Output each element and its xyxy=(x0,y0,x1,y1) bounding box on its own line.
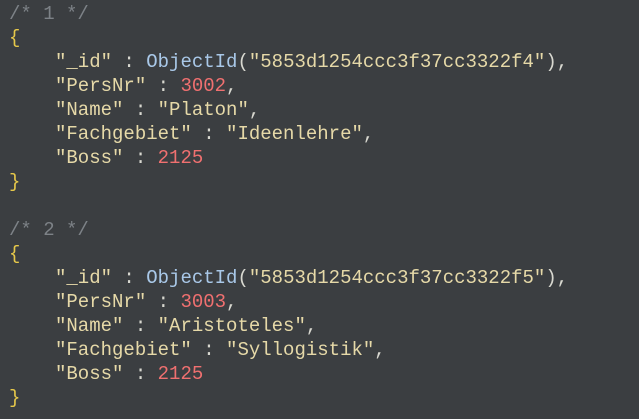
field-comma: , xyxy=(226,291,238,313)
field-line: "PersNr" : 3002, xyxy=(9,74,639,98)
field-value: "5853d1254ccc3f37cc3322f5" xyxy=(248,267,546,289)
comment-text: /* 2 */ xyxy=(9,219,89,241)
document-open-brace: { xyxy=(9,26,639,50)
open-brace: { xyxy=(9,27,21,49)
field-key: "Boss" xyxy=(55,147,124,169)
field-separator: : xyxy=(146,291,181,313)
field-value: 2125 xyxy=(157,147,204,169)
field-comma: , xyxy=(248,99,261,121)
field-line: "Fachgebiet" : "Ideenlehre", xyxy=(9,122,639,146)
field-key: "_id" xyxy=(55,267,113,289)
objectid-function: ObjectId xyxy=(146,267,238,289)
field-separator: : xyxy=(123,147,158,169)
field-key: "Fachgebiet" xyxy=(55,339,192,361)
field-value: "Ideenlehre" xyxy=(226,123,363,145)
field-value: "Aristoteles" xyxy=(157,315,306,337)
paren-open: ( xyxy=(237,51,249,73)
field-comma: , xyxy=(226,75,238,97)
close-brace: } xyxy=(9,171,21,193)
field-value: 3003 xyxy=(180,291,227,313)
field-separator: : xyxy=(112,51,147,73)
open-brace: { xyxy=(9,243,21,265)
field-line: "_id" : ObjectId("5853d1254ccc3f37cc3322… xyxy=(9,50,639,74)
document-close-brace: } xyxy=(9,170,639,194)
field-line: "_id" : ObjectId("5853d1254ccc3f37cc3322… xyxy=(9,266,639,290)
field-comma: , xyxy=(305,315,318,337)
field-key: "PersNr" xyxy=(55,291,147,313)
field-line: "Boss" : 2125 xyxy=(9,146,639,170)
field-separator: : xyxy=(146,75,181,97)
paren-close: ) xyxy=(545,267,557,289)
field-comma: , xyxy=(556,267,569,289)
field-line: "Boss" : 2125 xyxy=(9,362,639,386)
field-line: "Name" : "Platon", xyxy=(9,98,639,122)
field-separator: : xyxy=(123,99,158,121)
field-comma: , xyxy=(556,51,569,73)
field-comma: , xyxy=(374,339,386,361)
field-separator: : xyxy=(123,363,158,385)
field-key: "_id" xyxy=(55,51,113,73)
field-key: "Name" xyxy=(55,315,124,337)
field-line: "PersNr" : 3003, xyxy=(9,290,639,314)
field-key: "Boss" xyxy=(55,363,124,385)
field-separator: : xyxy=(112,267,147,289)
comment-text: /* 1 */ xyxy=(9,3,89,25)
field-comma: , xyxy=(362,123,375,145)
document-open-brace: { xyxy=(9,242,639,266)
field-key: "Fachgebiet" xyxy=(55,123,192,145)
code-editor[interactable]: /* 1 */ { "_id" : ObjectId("5853d1254ccc… xyxy=(0,0,639,419)
field-separator: : xyxy=(191,339,227,361)
field-line: "Name" : "Aristoteles", xyxy=(9,314,639,338)
field-separator: : xyxy=(191,123,227,145)
field-key: "PersNr" xyxy=(55,75,147,97)
field-value: 2125 xyxy=(157,363,204,385)
close-brace: } xyxy=(9,387,21,409)
document-close-brace: } xyxy=(9,386,639,410)
paren-close: ) xyxy=(545,51,557,73)
field-value: "Syllogistik" xyxy=(226,339,375,361)
field-key: "Name" xyxy=(55,99,124,121)
paren-open: ( xyxy=(237,267,249,289)
field-value: "Platon" xyxy=(157,99,249,121)
field-line: "Fachgebiet" : "Syllogistik", xyxy=(9,338,639,362)
field-separator: : xyxy=(123,315,158,337)
objectid-function: ObjectId xyxy=(146,51,238,73)
field-value: 3002 xyxy=(180,75,227,97)
document-comment: /* 2 */ xyxy=(9,218,639,242)
document-comment: /* 1 */ xyxy=(9,2,639,26)
field-value: "5853d1254ccc3f37cc3322f4" xyxy=(248,51,546,73)
